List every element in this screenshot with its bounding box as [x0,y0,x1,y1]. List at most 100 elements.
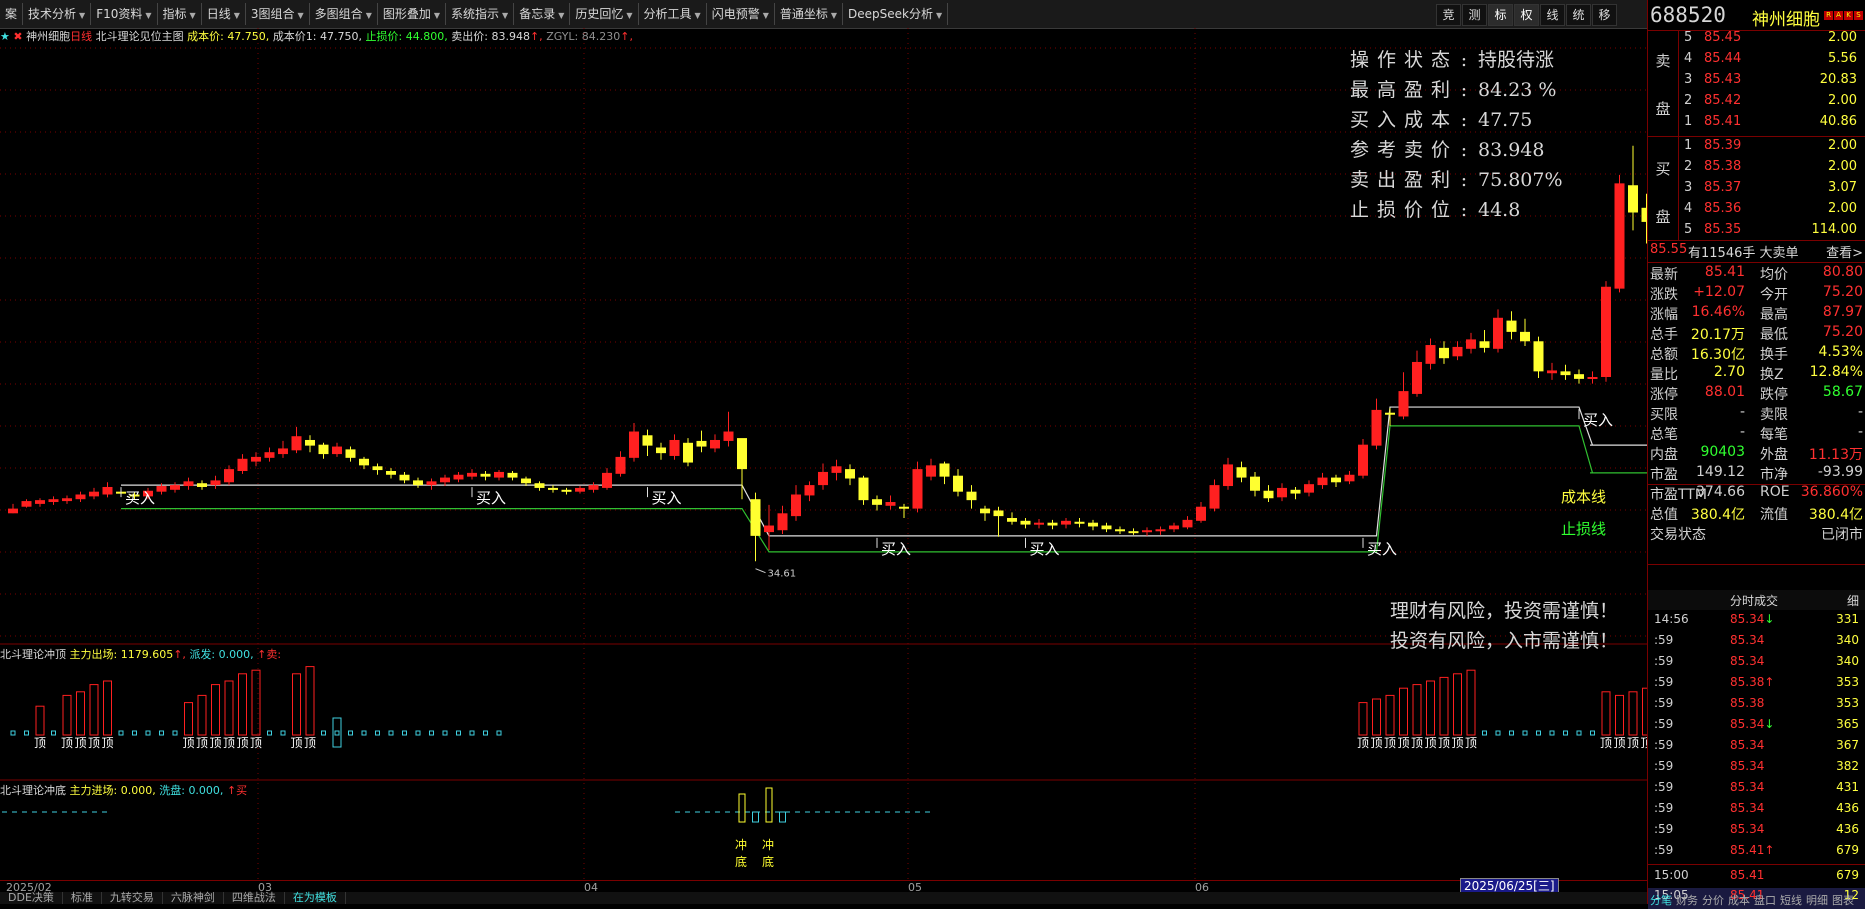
sub1-top-marker: 顶 [1425,736,1437,750]
tick-row[interactable]: :59 85.34↓ 365 [1648,717,1865,738]
buy-level-row[interactable]: 1 85.39 2.00 [1648,138,1865,159]
status-row: 买入成本:47.75 [1350,105,1563,135]
right-tab-4[interactable]: 盘口 [1752,892,1778,907]
stock-badge: R [1824,11,1833,20]
candle-body [183,481,194,487]
sub1-exit-bar [1615,694,1624,736]
tick-price-value: 85.34 [1730,801,1765,815]
level-volume: 2.00 [1828,159,1857,174]
tick-row[interactable]: :59 85.38↑ 353 [1648,675,1865,696]
tick-row[interactable]: :59 85.34 340 [1648,654,1865,675]
candle-body [480,473,491,477]
candle-body [1466,339,1476,349]
candle-body [75,494,86,500]
sub1-exit-bar [1385,694,1395,736]
sub1-exit-bar [1453,673,1462,736]
sub1-exit-bar [103,680,112,736]
quote-value: - [1739,404,1745,420]
right-tab-0[interactable]: 分笔 [1648,892,1674,907]
level-num: 4 [1684,51,1693,66]
sell-level-row[interactable]: 1 85.41 40.86 [1648,114,1865,135]
sub1-top-marker: 顶 [223,736,235,750]
right-tab-7[interactable]: 图表 [1830,892,1856,907]
big-order-view-link[interactable]: 查看> [1826,242,1863,261]
candle-body [170,485,180,490]
sub1-exit-bar [1628,691,1638,736]
quote-key: 换手 [1760,347,1788,363]
sub1-exit-bar [1426,680,1435,736]
sub1-dash [10,730,16,736]
tick-row[interactable]: 14:56 85.34↓ 331 [1648,612,1865,633]
level-num: 3 [1684,72,1693,87]
template-tab-3[interactable]: 六脉神剑 [163,892,224,904]
level-price: 85.44 [1704,51,1742,66]
quote-key: 最低 [1760,327,1788,343]
quote-row: 量比 2.70 换Z 12.84% [1648,364,1865,384]
template-tab-2[interactable]: 九转交易 [102,892,163,904]
sell-level-row[interactable]: 3 85.43 20.83 [1648,72,1865,93]
sub1-dash [388,730,394,736]
status-value: 持股待涨 [1478,49,1555,71]
candle-body [278,448,288,455]
candle-body [1223,464,1233,487]
candle-body [453,474,464,480]
template-tab-5[interactable]: 在为模板 [285,892,346,904]
big-order-text: 有11546手 大卖单 [1688,246,1799,261]
candle-body [494,471,504,478]
sub2-name[interactable]: 北斗理论冲底 [0,784,66,797]
tick-row[interactable]: :59 85.34 340 [1648,633,1865,654]
sub1-name[interactable]: 北斗理论冲顶 [0,648,66,661]
buy-level-row[interactable]: 4 85.36 2.00 [1648,201,1865,222]
template-tab-0[interactable]: DDE决策 [0,892,63,904]
template-tab-1[interactable]: 标准 [63,892,102,904]
right-tab-3[interactable]: 成本 [1726,892,1752,907]
level-volume: 3.07 [1828,180,1857,195]
buy-level-row[interactable]: 3 85.37 3.07 [1648,180,1865,201]
right-tab-6[interactable]: 明细 [1804,892,1830,907]
candle-body [210,480,221,486]
sell-level-row[interactable]: 4 85.44 5.56 [1648,51,1865,72]
status-colon: : [1460,169,1468,191]
tick-price: 85.34↓ [1730,717,1774,731]
candle-body [291,436,302,451]
right-tab-1[interactable]: 财务 [1674,892,1700,907]
tick-row[interactable]: :59 85.34 367 [1648,738,1865,759]
right-tab-5[interactable]: 短线 [1778,892,1804,907]
candle-body [1506,320,1517,332]
sub1-exit-bar [211,684,220,736]
right-tab-2[interactable]: 分价 [1700,892,1726,907]
stock-name[interactable]: 神州细胞 [1752,5,1820,30]
sub1-dash [1495,730,1501,736]
tick-row[interactable]: :59 85.34 436 [1648,801,1865,822]
sub1-a2: ↑ [257,648,267,661]
tick-row[interactable]: :59 85.38 353 [1648,696,1865,717]
ticks-detail-link[interactable]: 细 [1847,592,1859,609]
status-value: 84.23 % [1478,79,1557,101]
sell-level-row[interactable]: 2 85.42 2.00 [1648,93,1865,114]
template-tab-4[interactable]: 四维战法 [224,892,285,904]
tick-row[interactable]: :59 85.34 382 [1648,759,1865,780]
level-num: 5 [1684,222,1693,237]
level-price: 85.37 [1704,180,1742,195]
candle-body [372,466,383,471]
tick-row[interactable]: :59 85.34 436 [1648,822,1865,843]
candle-body [1169,525,1179,530]
sub1-top-marker: 顶 [1357,736,1369,750]
sub1-top-marker: 顶 [1614,736,1626,750]
stop-line-label: 止损线 [1561,520,1607,538]
tick-row[interactable]: 15:00 85.41 679 [1648,868,1865,889]
tick-row[interactable]: :59 85.41↑ 679 [1648,843,1865,864]
sub1-dash [1563,730,1568,736]
sub1-top-marker: 顶 [1384,736,1396,750]
sub2-bars: 冲底冲底 [2,787,930,869]
quote-value: 12.84% [1809,364,1863,380]
sub1-top-marker: 顶 [237,736,249,750]
tick-row[interactable]: :59 85.34 431 [1648,780,1865,801]
buy-level-row[interactable]: 2 85.38 2.00 [1648,159,1865,180]
quote-row: 总手 20.17万 最低 75.20 [1648,324,1865,344]
right-panel-tabs: 分笔 财务 分价 成本 盘口 短线 明细 图表 [1648,892,1865,907]
status-colon: : [1460,139,1468,161]
sell-level-row[interactable]: 5 85.45 2.00 [1648,30,1865,51]
quote-row: 市盈 149.12 市净 -93.99 [1648,464,1865,484]
sub1-dash [375,730,380,736]
